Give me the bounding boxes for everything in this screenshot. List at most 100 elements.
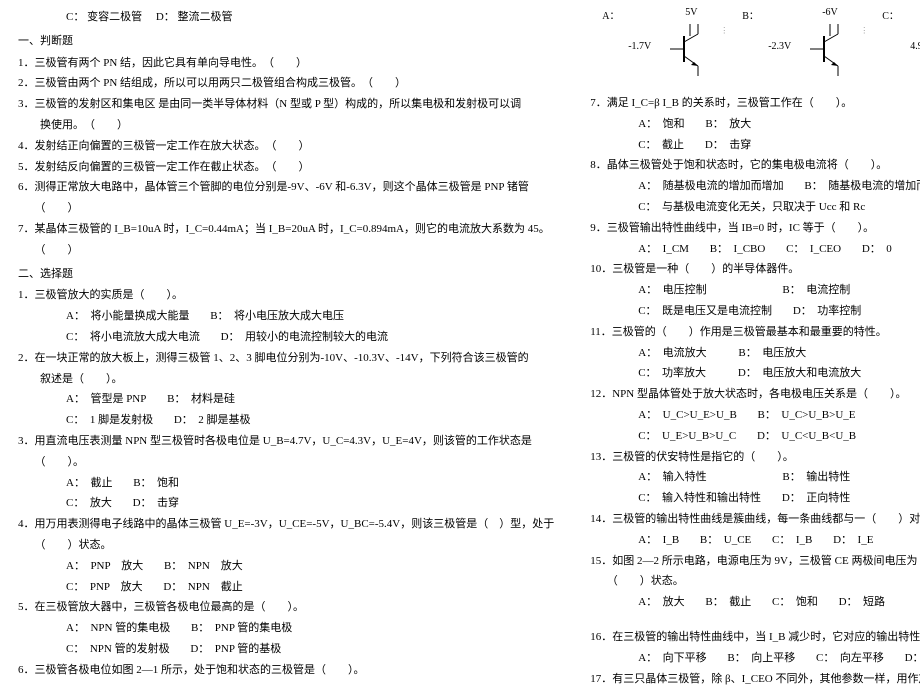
q5-d: D： PNP 管的基极 — [190, 643, 281, 655]
q11-opts1: A： 电流放大 B： 电压放大 — [590, 344, 920, 364]
diag-b-left: -2.3V — [768, 38, 791, 56]
q8-a: A： 随基极电流的增加而增加 — [638, 180, 783, 192]
q4-stem2: （ ）状态。 — [18, 536, 554, 556]
judge-7b: （ ） — [18, 241, 554, 261]
q11-c: C： 功率放大 — [638, 367, 706, 379]
q10-opts2: C： 既是电压又是电流控制 D： 功率控制 — [590, 302, 920, 322]
q5-c: C： NPN 管的发射极 — [66, 643, 170, 655]
q8-stem: 8．晶体三极管处于饱和状态时，它的集电极电流将（ ）。 — [590, 156, 920, 176]
q3-opts-ab: A： 截止 B： 饱和 — [18, 474, 554, 494]
q8-opts2: C： 与基极电流变化无关，只取决于 Ucc 和 Rc — [590, 198, 920, 218]
q8-opts1: A： 随基极电流的增加而增加 B： 随基极电流的增加而减小 — [590, 177, 920, 197]
q13-opts2: C： 输入特性和输出特性 D： 正向特性 — [590, 489, 920, 509]
q4-d: D： NPN 截止 — [163, 581, 242, 593]
q9-b: B： I_CBO — [710, 243, 766, 255]
q12-opts1: A： U_C>U_E>U_B B： U_C>U_B>U_E — [590, 406, 920, 426]
q15-d: D： 短路 — [839, 596, 885, 608]
q3-stem2: （ ）。 — [18, 453, 554, 473]
q2-b: B： 材料是硅 — [167, 393, 235, 405]
judge-1: 1．三极管有两个 PN 结，因此它具有单向导电性。 （ ） — [18, 54, 554, 74]
judge-5: 5．发射结反向偏置的三极管一定工作在截止状态。 （ ） — [18, 158, 554, 178]
q13-d: D： 正向特性 — [782, 492, 850, 504]
q1-c: C： 将小电流放大成大电流 — [66, 331, 200, 343]
q16-c: C： 向左平移 — [816, 652, 884, 664]
q1-d: D： 用较小的电流控制较大的电流 — [221, 331, 388, 343]
q10-b: B： 电流控制 — [782, 284, 850, 296]
q13-c: C： 输入特性和输出特性 — [638, 492, 761, 504]
judge-4: 4．发射结正向偏置的三极管一定工作在放大状态。 （ ） — [18, 137, 554, 157]
q15-a: A： 放大 — [638, 596, 684, 608]
q4-a: A： PNP 放大 — [66, 560, 143, 572]
q4-stem1: 4．用万用表测得电子线路中的晶体三极管 U_E=-3V，U_CE=-5V，U_B… — [18, 515, 554, 535]
q7-b: B： 放大 — [705, 118, 751, 130]
q16-stem: 16．在三极管的输出特性曲线中，当 I_B 减少时，它对应的输出特性曲线（ ）。 — [590, 628, 920, 648]
q16-opts: A： 向下平移 B： 向上平移 C： 向左平移 D： 向右平移 — [590, 649, 920, 669]
q9-stem: 9．三极管输出特性曲线中，当 IB=0 时，IC 等于（ ）。 — [590, 219, 920, 239]
q8-c: C： 与基极电流变化无关，只取决于 Ucc 和 Rc — [638, 201, 865, 213]
q1-opts-cd: C： 将小电流放大成大电流 D： 用较小的电流控制较大的电流 — [18, 328, 554, 348]
q2-c: C： 1 脚是发射极 — [66, 414, 153, 426]
q9-a: A： I_CM — [638, 243, 689, 255]
header-options: C： 变容二极管 D： 整流二极管 — [18, 8, 554, 28]
judge-6b: （ ） — [18, 199, 554, 219]
judge-title: 一、判断题 — [18, 32, 554, 52]
q7-d: D： 击穿 — [705, 139, 751, 151]
q13-b: B： 输出特性 — [782, 471, 850, 483]
q15-stem2: （ ）状态。 — [590, 572, 920, 592]
q14-opts: A： I_B B： U_CE C： I_B D： I_E — [590, 531, 920, 551]
q8-b: B： 随基极电流的增加而减小 — [804, 180, 920, 192]
diag-b-top: -6V — [822, 4, 838, 22]
q11-opts2: C： 功率放大 D： 电压放大和电流放大 — [590, 364, 920, 384]
q16-b: B： 向上平移 — [727, 652, 795, 664]
diagram-c: C： 4V 4.9V 3.6V — [910, 14, 920, 84]
choice-title: 二、选择题 — [18, 265, 554, 285]
opt-d-text: 整流二极管 — [178, 11, 233, 23]
q9-opts: A： I_CM B： I_CBO C： I_CEO D： 0 — [590, 240, 920, 260]
transistor-diagrams: A： 5V -1.7V ⋮ B： -6V -2.3V — [590, 14, 920, 84]
q3-b: B： 饱和 — [133, 477, 179, 489]
q11-b: B： 电压放大 — [738, 347, 806, 359]
q5-opts-cd: C： NPN 管的发射极 D： PNP 管的基极 — [18, 640, 554, 660]
q13-stem: 13．三极管的伏安特性是指它的（ ）。 — [590, 448, 920, 468]
right-column: A： 5V -1.7V ⋮ B： -6V -2.3V — [572, 8, 920, 629]
q5-b: B： PNP 管的集电极 — [191, 622, 292, 634]
q13-a: A： 输入特性 — [638, 471, 706, 483]
opt-d-label: D： — [156, 11, 175, 23]
q17-stem: 17．有三只晶体三极管，除 β、I_CEO 不同外，其他参数一样，用作放大器时，… — [590, 670, 920, 689]
q15-stem1: 15．如图 2—2 所示电路，电源电压为 9V，三极管 CE 两极间电压为 4V… — [590, 552, 920, 572]
transistor-icon — [810, 24, 850, 79]
q12-d: D： U_C<U_B<U_B — [757, 430, 856, 442]
q5-a: A： NPN 管的集电极 — [66, 622, 170, 634]
q14-stem: 14．三极管的输出特性曲线是簇曲线，每一条曲线都与一（ ）对应。 — [590, 510, 920, 530]
q4-opts-ab: A： PNP 放大 B： NPN 放大 — [18, 557, 554, 577]
q11-a: A： 电流放大 — [638, 347, 706, 359]
q11-stem: 11．三极管的（ ）作用是三极管最基本和最重要的特性。 — [590, 323, 920, 343]
q12-stem: 12．NPN 型晶体管处于放大状态时，各电极电压关系是（ ）。 — [590, 385, 920, 405]
q3-opts-cd: C： 放大 D： 击穿 — [18, 494, 554, 514]
q3-stem1: 3．用直流电压表测量 NPN 型三极管时各极电位是 U_B=4.7V，U_C=4… — [18, 432, 554, 452]
q15-b: B： 截止 — [705, 596, 751, 608]
q10-a: A： 电压控制 — [638, 284, 706, 296]
q7-stem: 7．满足 I_C=β I_B 的关系时，三极管工作在（ ）。 — [590, 94, 920, 114]
q10-opts1: A： 电压控制 B： 电流控制 — [590, 281, 920, 301]
q14-d: D： I_E — [833, 534, 873, 546]
q1-stem: 1．三极管放大的实质是（ ）。 — [18, 286, 554, 306]
q1-b: B： 将小电压放大成大电压 — [210, 310, 344, 322]
q15-opts: A： 放大 B： 截止 C： 饱和 D： 短路 — [590, 593, 920, 613]
q9-c: C： I_CEO — [786, 243, 841, 255]
q14-c: C： I_B — [772, 534, 812, 546]
judge-7a: 7．某晶体三极管的 I_B=10uA 时，I_C=0.44mA；当 I_B=20… — [18, 220, 554, 240]
q10-d: D： 功率控制 — [793, 305, 861, 317]
diagram-b: B： -6V -2.3V ⋮ — [770, 14, 880, 84]
q2-opts-ab: A： 管型是 PNP B： 材料是硅 — [18, 390, 554, 410]
q6-stem: 6．三极管各极电位如图 2—1 所示，处于饱和状态的三极管是（ ）。 — [18, 661, 554, 681]
q2-d: D： 2 脚是基极 — [174, 414, 251, 426]
q7-opts1: A： 饱和 B： 放大 — [590, 115, 920, 135]
q1-a: A： 将小能量换成大能量 — [66, 310, 189, 322]
q12-b: B： U_C>U_B>U_E — [758, 409, 856, 421]
q14-b: B： U_CE — [700, 534, 751, 546]
q13-opts1: A： 输入特性 B： 输出特性 — [590, 468, 920, 488]
judge-3a: 3．三极管的发射区和集电区 是由同一类半导体材料（N 型或 P 型）构成的，所以… — [18, 95, 554, 115]
diag-a-top: 5V — [685, 4, 697, 22]
q15-c: C： 饱和 — [772, 596, 818, 608]
